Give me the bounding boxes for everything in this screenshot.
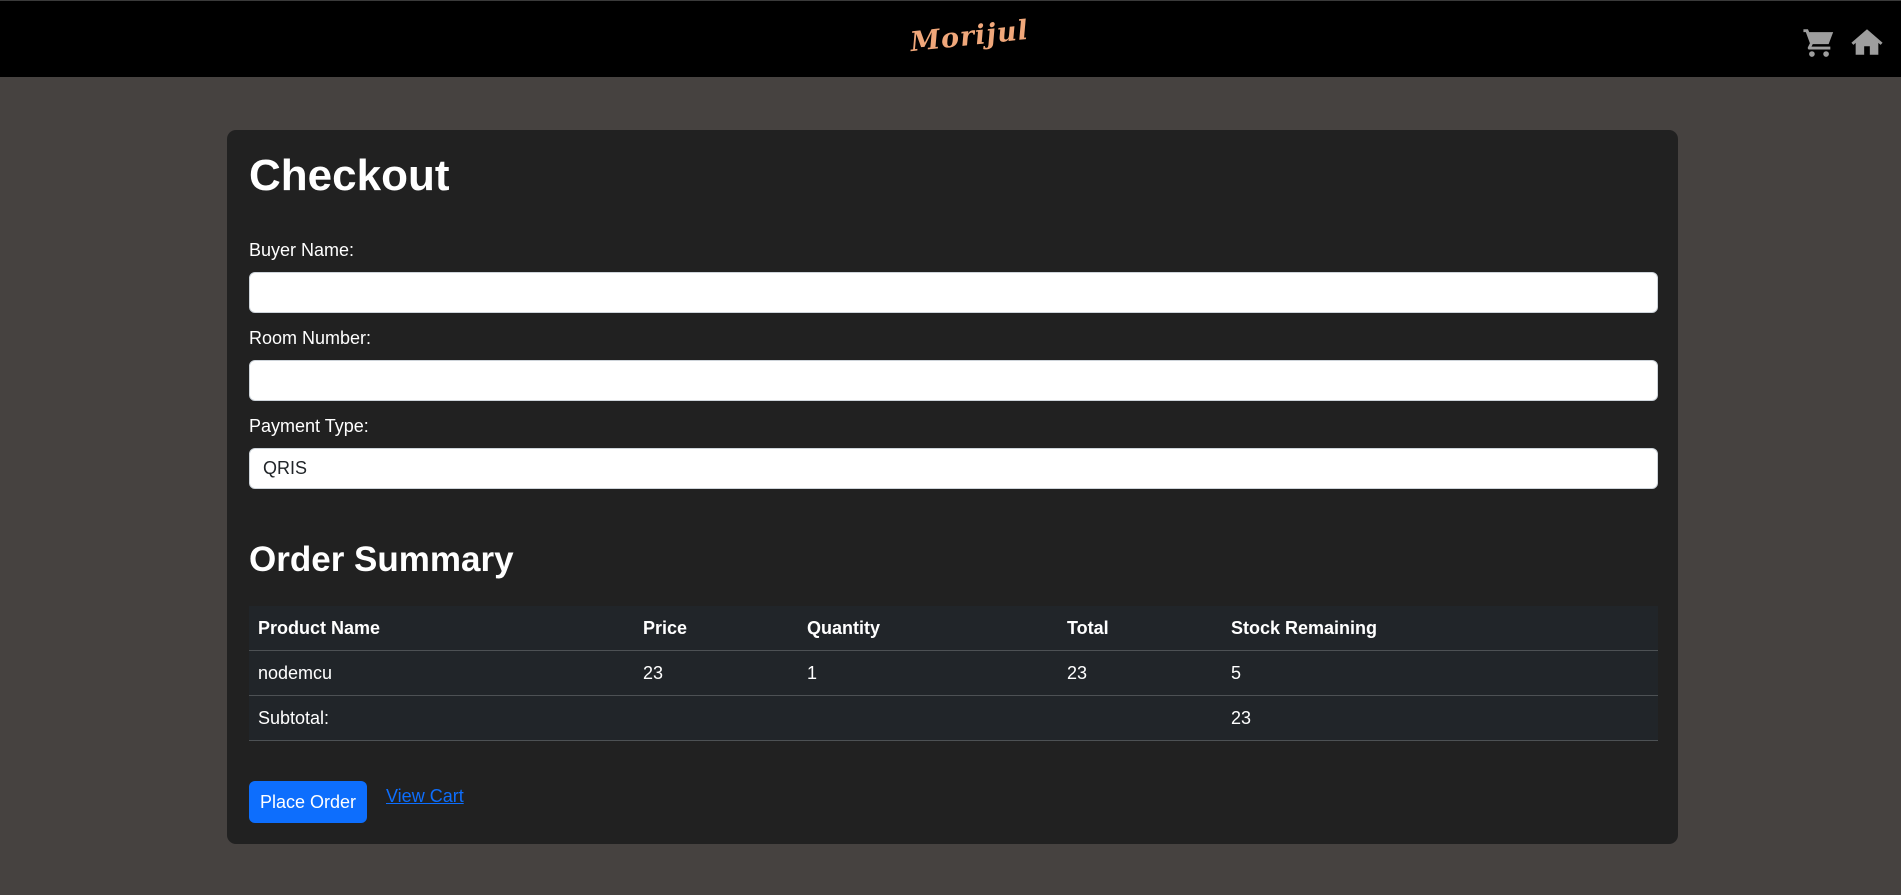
column-header: Product Name: [249, 606, 634, 651]
cart-icon[interactable]: [1802, 25, 1836, 59]
empty-cell: [798, 695, 1058, 741]
view-cart-link[interactable]: View Cart: [386, 786, 464, 807]
order-summary-title: Order Summary: [249, 540, 514, 579]
room-number-input[interactable]: [249, 360, 1658, 401]
checkout-card: Checkout Buyer Name: Room Number: Paymen…: [227, 130, 1678, 844]
price-cell: 23: [634, 650, 798, 696]
order-summary-table: Product Name Price Quantity Total Stock …: [249, 606, 1658, 741]
page-title: Checkout: [249, 151, 450, 200]
empty-cell: [1058, 695, 1222, 741]
column-header: Stock Remaining: [1222, 606, 1658, 651]
column-header: Quantity: [798, 606, 1058, 651]
empty-cell: [634, 695, 798, 741]
table-row: nodemcu 23 1 23 5: [249, 650, 1658, 696]
column-header: Total: [1058, 606, 1222, 651]
payment-type-label: Payment Type:: [249, 416, 369, 436]
subtotal-value: 23: [1222, 695, 1658, 741]
place-order-button[interactable]: Place Order: [249, 781, 367, 823]
stock-cell: 5: [1222, 650, 1658, 696]
product-name-cell: nodemcu: [249, 650, 634, 696]
subtotal-row: Subtotal: 23: [249, 695, 1658, 741]
buyer-name-input[interactable]: [249, 272, 1658, 313]
brand-logo[interactable]: Morijul: [909, 15, 1031, 58]
buyer-name-label: Buyer Name:: [249, 240, 355, 260]
total-cell: 23: [1058, 650, 1222, 696]
top-navbar: Morijul: [0, 0, 1901, 77]
column-header: Price: [634, 606, 798, 651]
quantity-cell: 1: [798, 650, 1058, 696]
room-number-label: Room Number:: [249, 328, 372, 348]
home-icon[interactable]: [1850, 25, 1884, 59]
payment-type-select[interactable]: QRIS: [249, 448, 1658, 489]
subtotal-label: Subtotal:: [249, 695, 634, 741]
table-header-row: Product Name Price Quantity Total Stock …: [249, 606, 1658, 651]
